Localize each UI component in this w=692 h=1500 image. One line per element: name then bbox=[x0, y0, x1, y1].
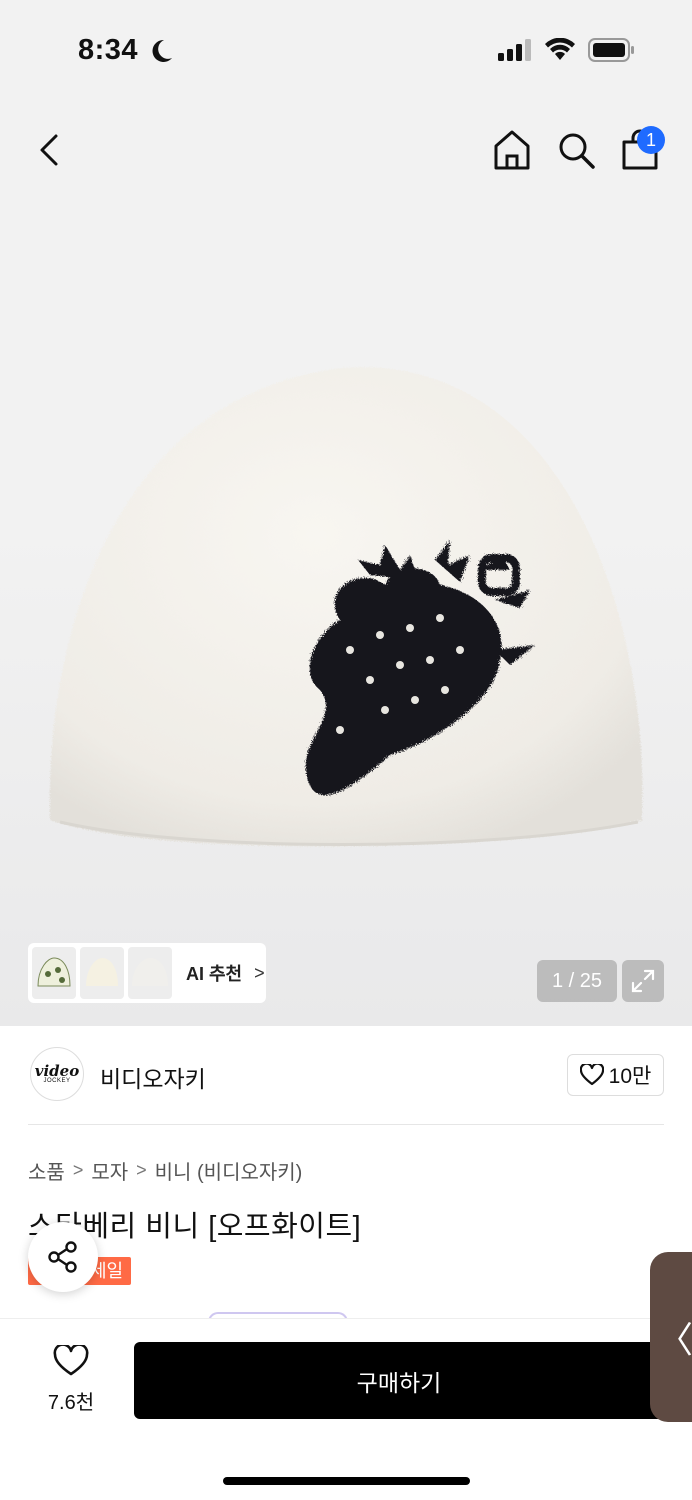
ai-thumb-2 bbox=[80, 947, 124, 999]
breadcrumb: 소품 > 모자 > 비니 (비디오자키) bbox=[28, 1156, 302, 1185]
brand-logo[interactable]: video JOCKEY bbox=[30, 1047, 84, 1101]
brand-like-count: 10만 bbox=[608, 1065, 652, 1088]
brand-logo-subtext: JOCKEY bbox=[43, 1078, 71, 1084]
side-drawer-tab[interactable]: 〈 bbox=[650, 1252, 692, 1422]
breadcrumb-item-hats[interactable]: 모자 bbox=[91, 1156, 128, 1185]
wifi-icon bbox=[545, 38, 575, 60]
image-pager: 1 / 25 bbox=[537, 960, 617, 1002]
divider bbox=[28, 1124, 664, 1125]
brand-name[interactable]: 비디오자키 bbox=[100, 1060, 206, 1094]
beanie-thumbnail-icon bbox=[132, 958, 168, 986]
brand-logo-text: video bbox=[34, 1062, 80, 1080]
breadcrumb-separator: > bbox=[136, 1160, 147, 1180]
cart-count-badge: 1 bbox=[637, 126, 665, 154]
moon-icon bbox=[152, 39, 172, 62]
status-bar: 8:34 bbox=[0, 0, 692, 100]
expand-icon bbox=[631, 969, 655, 993]
battery-icon bbox=[588, 38, 634, 62]
buy-button[interactable]: 구매하기 bbox=[134, 1342, 664, 1419]
breadcrumb-item-beanie[interactable]: 비니 (비디오자키) bbox=[155, 1156, 303, 1185]
share-icon bbox=[48, 1241, 77, 1273]
chevron-right-icon: > bbox=[254, 962, 265, 983]
wishlist-count: 7.6천 bbox=[47, 1392, 95, 1414]
breadcrumb-separator: > bbox=[72, 1160, 84, 1180]
share-button[interactable] bbox=[28, 1222, 98, 1292]
cellular-signal-icon bbox=[498, 39, 531, 61]
heart-icon bbox=[53, 1343, 89, 1376]
breadcrumb-item-accessories[interactable]: 소품 bbox=[28, 1156, 65, 1185]
brand-like-button[interactable]: 10만 bbox=[567, 1054, 664, 1096]
status-time: 8:34 bbox=[78, 34, 139, 66]
beanie-thumbnail-icon bbox=[86, 958, 118, 986]
ai-recommend-label: AI 추천 bbox=[186, 964, 243, 984]
wishlist-button[interactable]: 7.6천 bbox=[36, 1343, 106, 1415]
beanie-thumbnail-icon bbox=[37, 957, 71, 987]
ai-thumb-1 bbox=[32, 947, 76, 999]
search-icon[interactable] bbox=[556, 130, 596, 170]
ai-thumb-3 bbox=[128, 947, 172, 999]
home-indicator[interactable] bbox=[223, 1477, 470, 1485]
heart-icon bbox=[579, 1064, 604, 1086]
home-icon[interactable] bbox=[492, 128, 532, 172]
product-image-beanie bbox=[49, 367, 643, 847]
back-arrow-icon[interactable] bbox=[32, 130, 68, 170]
brand-row[interactable]: video JOCKEY 비디오자키 10만 bbox=[0, 1026, 692, 1126]
ai-recommend-chip[interactable]: AI 추천 > bbox=[28, 943, 266, 1003]
expand-button[interactable] bbox=[622, 960, 664, 1002]
system-icons bbox=[498, 38, 636, 62]
